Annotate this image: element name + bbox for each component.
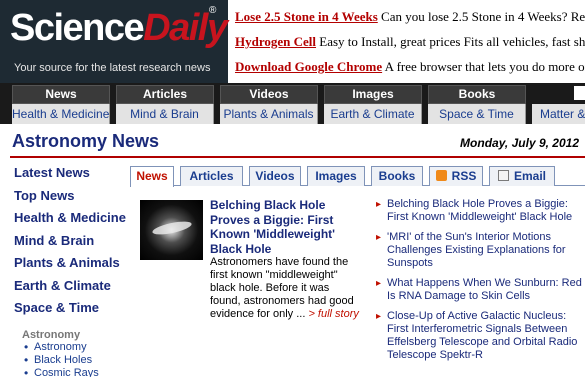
logo[interactable]: ScienceDaily ® Your source for the lates… (0, 0, 228, 83)
galaxy-thumbnail[interactable] (140, 200, 203, 260)
headline-item[interactable]: 'MRI' of the Sun's Interior Motions Chal… (376, 231, 585, 270)
nav-images[interactable]: Images (324, 85, 422, 104)
headline-item[interactable]: What Happens When We Sunburn: Red Is RNA… (376, 277, 585, 303)
sidebar-subitem-cosmic-rays[interactable]: Cosmic Rays (24, 367, 124, 377)
logo-text: ScienceDaily (10, 7, 228, 49)
ad-link[interactable]: Download Google Chrome (235, 59, 382, 74)
ad-text: A free browser that lets you do more onl… (384, 59, 585, 74)
ad-text: Easy to Install, great prices Fits all v… (319, 34, 585, 49)
sidebar-sublist: Astronomy Black Holes Cosmic Rays (24, 341, 124, 377)
ad-line: Download Google Chrome A free browser th… (235, 50, 585, 75)
page-date: Monday, July 9, 2012 (460, 136, 579, 150)
sidebar-item-health-medicine[interactable]: Health & Medicine (14, 210, 126, 233)
headline-list: Belching Black Hole Proves a Biggie: Fir… (376, 198, 585, 369)
featured-story-title[interactable]: Belching Black Hole Proves a Biggie: Fir… (210, 198, 350, 256)
topic-mind-brain[interactable]: Mind & Brain (116, 104, 214, 124)
registered-mark: ® (209, 5, 217, 16)
topic-space-time[interactable]: Space & Time (428, 104, 526, 124)
main-nav: News Articles Videos Images Books (0, 83, 585, 104)
sidebar-item-top-news[interactable]: Top News (14, 188, 124, 211)
tab-news[interactable]: News (130, 166, 174, 187)
nav-books[interactable]: Books (428, 85, 526, 104)
tab-email[interactable]: Email (489, 166, 555, 186)
topic-nav: Health & Medicine Mind & Brain Plants & … (0, 104, 585, 124)
sidebar-subitem-astronomy[interactable]: Astronomy (24, 341, 124, 354)
sidebar-subheading: Astronomy (22, 328, 81, 341)
full-story-link[interactable]: > full story (308, 308, 358, 320)
ad-block: Lose 2.5 Stone in 4 Weeks Can you lose 2… (235, 0, 585, 83)
ad-text: Can you lose 2.5 Stone in 4 Weeks? Read (381, 9, 585, 24)
headline-item[interactable]: Belching Black Hole Proves a Biggie: Fir… (376, 198, 585, 224)
ad-link[interactable]: Lose 2.5 Stone in 4 Weeks (235, 9, 378, 24)
sidebar-item-plants-animals[interactable]: Plants & Animals (14, 255, 124, 278)
topic-earth-climate[interactable]: Earth & Climate (324, 104, 422, 124)
search-box[interactable] (574, 86, 585, 100)
featured-story-body: Astronomers have found the first known "… (210, 256, 360, 321)
sidebar-subitem-black-holes[interactable]: Black Holes (24, 354, 124, 367)
sidebar-item-earth-climate[interactable]: Earth & Climate (14, 278, 124, 301)
rss-icon (435, 170, 447, 181)
nav-news[interactable]: News (12, 85, 110, 104)
topic-plants-animals[interactable]: Plants & Animals (220, 104, 318, 124)
tab-videos[interactable]: Videos (249, 166, 301, 186)
topic-health-medicine[interactable]: Health & Medicine (12, 104, 110, 124)
tab-email-label: Email (513, 169, 546, 183)
sidebar: Latest News Top News Health & Medicine M… (14, 165, 126, 377)
site-header: ScienceDaily ® Your source for the lates… (0, 0, 585, 83)
sidebar-item-space-time[interactable]: Space & Time (14, 300, 124, 323)
tab-images[interactable]: Images (307, 166, 365, 186)
ad-line: Hydrogen Cell Easy to Install, great pri… (235, 25, 585, 50)
sidebar-item-mind-brain[interactable]: Mind & Brain (14, 233, 124, 256)
content-tabs: News Articles Videos Images Books RSS Em… (130, 166, 585, 187)
tagline: Your source for the latest research news (14, 62, 211, 74)
title-divider (10, 156, 585, 158)
tab-articles[interactable]: Articles (180, 166, 243, 186)
page-title: Astronomy News (12, 131, 160, 151)
tab-rss-label: RSS (451, 169, 477, 183)
topic-matter[interactable]: Matter & (532, 104, 585, 124)
nav-articles[interactable]: Articles (116, 85, 214, 104)
ad-link[interactable]: Hydrogen Cell (235, 34, 316, 49)
ad-line: Lose 2.5 Stone in 4 Weeks Can you lose 2… (235, 0, 585, 25)
tab-books[interactable]: Books (371, 166, 423, 186)
tab-rss[interactable]: RSS (429, 166, 483, 186)
email-icon (497, 170, 509, 181)
nav-videos[interactable]: Videos (220, 85, 318, 104)
headline-item[interactable]: Close-Up of Active Galactic Nucleus: Fir… (376, 310, 585, 362)
sidebar-item-latest-news[interactable]: Latest News (14, 165, 124, 188)
